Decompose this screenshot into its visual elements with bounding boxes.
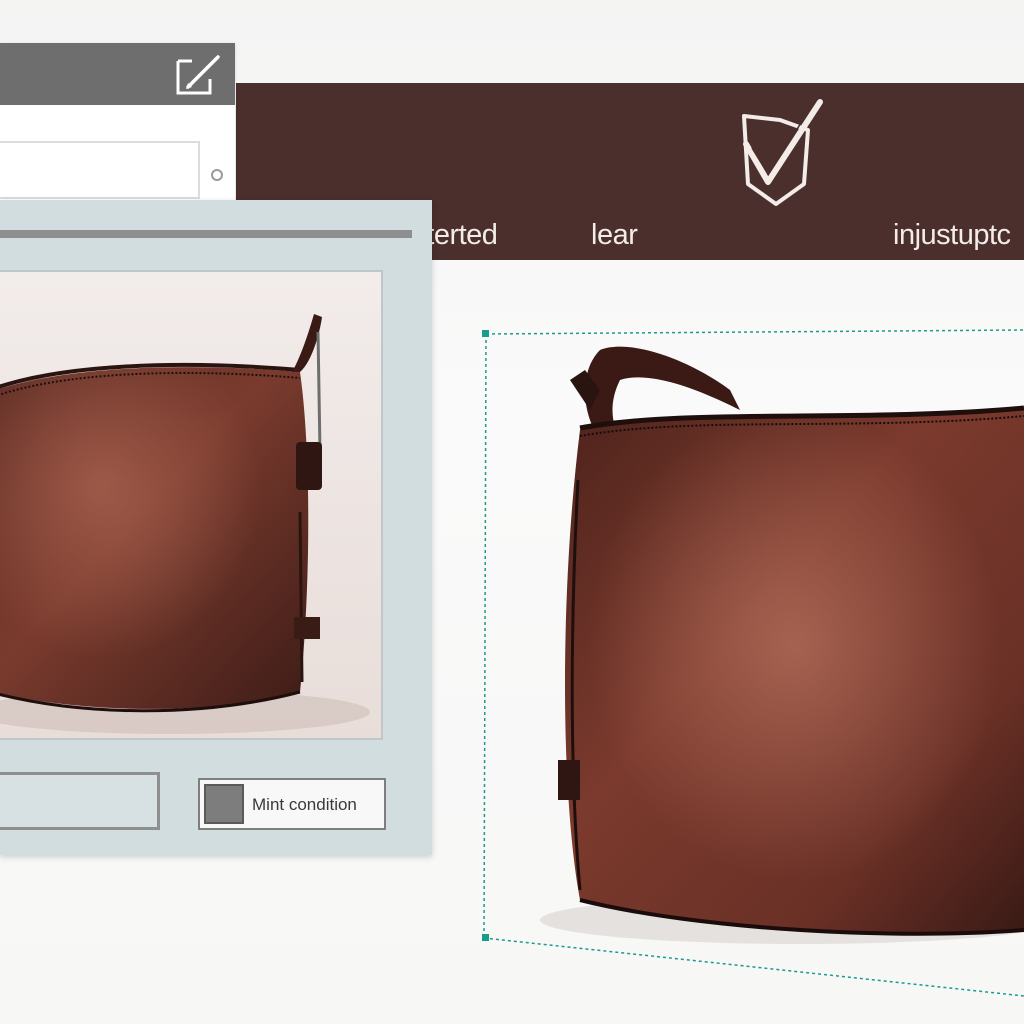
scroll-up-button[interactable]	[211, 169, 223, 181]
toolbar-item-lear[interactable]: lear	[591, 219, 638, 252]
mini-window-titlebar	[0, 43, 235, 105]
leather-bag-image	[0, 314, 370, 734]
condition-tag[interactable]: Mint condition	[198, 778, 386, 830]
mini-window	[0, 43, 235, 232]
product-photo[interactable]	[0, 270, 383, 740]
crop-handle-top-left[interactable]	[482, 330, 489, 337]
toolbar-item-injustuptc[interactable]: injustuptc	[893, 219, 1011, 252]
product-panel: Mint condition	[0, 200, 432, 855]
check-shield-icon[interactable]	[738, 96, 824, 208]
leather-bag-large-image	[540, 346, 1024, 944]
product-field[interactable]	[0, 772, 160, 830]
panel-header-divider	[0, 230, 412, 238]
condition-checkbox[interactable]	[204, 784, 244, 824]
app-canvas: lean centerted lear injustuptc	[0, 0, 1024, 1024]
edit-icon[interactable]	[174, 53, 222, 97]
condition-label: Mint condition	[252, 795, 357, 814]
mini-window-input[interactable]	[0, 141, 200, 199]
crop-handle-bottom-left[interactable]	[482, 934, 489, 941]
